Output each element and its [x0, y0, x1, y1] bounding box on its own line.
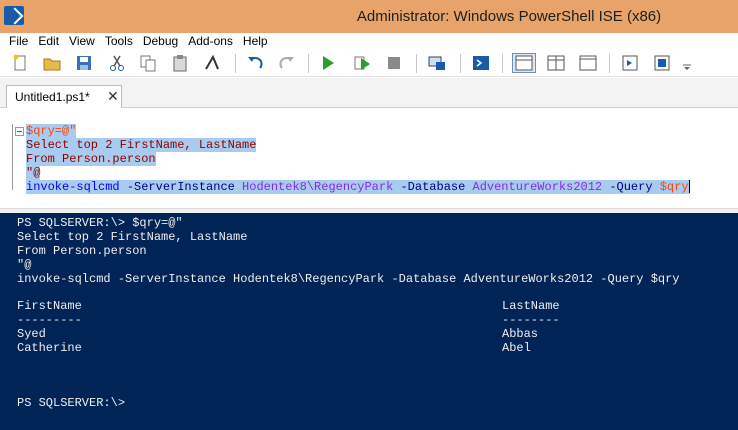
menu-edit[interactable]: Edit: [34, 33, 65, 50]
show-script-icon[interactable]: [621, 54, 639, 72]
token: Select top 2 FirstName, LastName: [26, 138, 257, 152]
table-separator: --------: [502, 313, 560, 327]
toolbar-separator: [416, 54, 417, 73]
layout-max-icon[interactable]: [579, 54, 597, 72]
token: $qry: [659, 180, 689, 194]
undo-icon[interactable]: [246, 54, 264, 72]
table-header-firstname: FirstName: [17, 299, 82, 313]
layout-top-icon[interactable]: [512, 53, 536, 73]
console-line: Select top 2 FirstName, LastName: [17, 230, 248, 244]
title-bar: Administrator: Windows PowerShell ISE (x…: [0, 0, 738, 33]
code-line-3: From Person.person: [26, 152, 156, 166]
table-cell: Syed: [17, 327, 46, 341]
code-line-5: invoke-sqlcmd -ServerInstance Hodentek8\…: [26, 180, 690, 194]
toolbar-separator: [502, 54, 503, 73]
start-powershell-icon[interactable]: [472, 54, 490, 72]
toolbar-separator: [308, 54, 309, 73]
toolbar: [0, 50, 738, 77]
token: "@: [26, 166, 41, 180]
menu-bar: File Edit View Tools Debug Add-ons Help: [0, 33, 738, 50]
script-editor[interactable]: $qry=@" Select top 2 FirstName, LastName…: [0, 108, 738, 208]
window-title: Administrator: Windows PowerShell ISE (x…: [356, 8, 662, 25]
menu-view[interactable]: View: [65, 33, 101, 50]
code-line-1: $qry=@": [26, 124, 77, 138]
menu-debug[interactable]: Debug: [139, 33, 184, 50]
console-pane[interactable]: PS SQLSERVER:\> $qry=@" Select top 2 Fir…: [0, 213, 738, 430]
table-header-lastname: LastName: [502, 299, 560, 313]
tab-untitled1[interactable]: Untitled1.ps1* ✕: [6, 85, 122, 108]
menu-addons[interactable]: Add-ons: [184, 33, 239, 50]
console-line: invoke-sqlcmd -ServerInstance Hodentek8\…: [17, 272, 680, 286]
token: invoke-sqlcmd: [26, 180, 120, 194]
paste-icon[interactable]: [171, 54, 189, 72]
stop-icon[interactable]: [385, 54, 403, 72]
token: -Query: [602, 180, 660, 194]
toolbar-overflow-icon[interactable]: [682, 61, 692, 71]
token: $qry=@": [26, 124, 77, 138]
token: -Database: [393, 180, 473, 194]
menu-file[interactable]: File: [5, 33, 34, 50]
remote-powershell-icon[interactable]: [428, 54, 446, 72]
clear-icon[interactable]: [203, 54, 221, 72]
close-icon[interactable]: ✕: [107, 88, 119, 105]
table-separator: ---------: [17, 313, 82, 327]
toolbar-separator: [609, 54, 610, 73]
console-prompt: PS SQLSERVER:\>: [17, 396, 126, 410]
table-cell: Abbas: [502, 327, 539, 341]
collapse-icon[interactable]: [15, 127, 24, 136]
code-line-4: "@: [26, 166, 41, 180]
new-icon[interactable]: [11, 54, 29, 72]
toolbar-separator: [460, 54, 461, 73]
token: Hodentek8\RegencyPark: [242, 180, 394, 194]
console-line: PS SQLSERVER:\> $qry=@": [17, 216, 183, 230]
redo-icon[interactable]: [278, 54, 296, 72]
run-selection-icon[interactable]: [353, 54, 371, 72]
outline-margin: [12, 124, 13, 190]
toolbar-separator: [235, 54, 236, 73]
token: -ServerInstance: [119, 180, 243, 194]
menu-tools[interactable]: Tools: [101, 33, 139, 50]
script-tab-strip: Untitled1.ps1* ✕: [0, 78, 738, 108]
token: From Person.person: [26, 152, 156, 166]
table-cell: Abel: [502, 341, 531, 355]
tab-label: Untitled1.ps1*: [15, 90, 90, 104]
show-commands-icon[interactable]: [653, 54, 671, 72]
table-cell: Catherine: [17, 341, 82, 355]
open-icon[interactable]: [43, 54, 61, 72]
layout-right-icon[interactable]: [547, 54, 565, 72]
token: AdventureWorks2012: [472, 180, 603, 194]
menu-help[interactable]: Help: [239, 33, 274, 50]
console-line: From Person.person: [17, 244, 147, 258]
copy-icon[interactable]: [139, 54, 157, 72]
text-caret: [688, 180, 690, 194]
console-line: "@: [17, 258, 32, 272]
save-icon[interactable]: [75, 54, 93, 72]
cut-icon[interactable]: [108, 54, 126, 72]
code-line-2: Select top 2 FirstName, LastName: [26, 138, 257, 152]
run-icon[interactable]: [319, 54, 337, 72]
